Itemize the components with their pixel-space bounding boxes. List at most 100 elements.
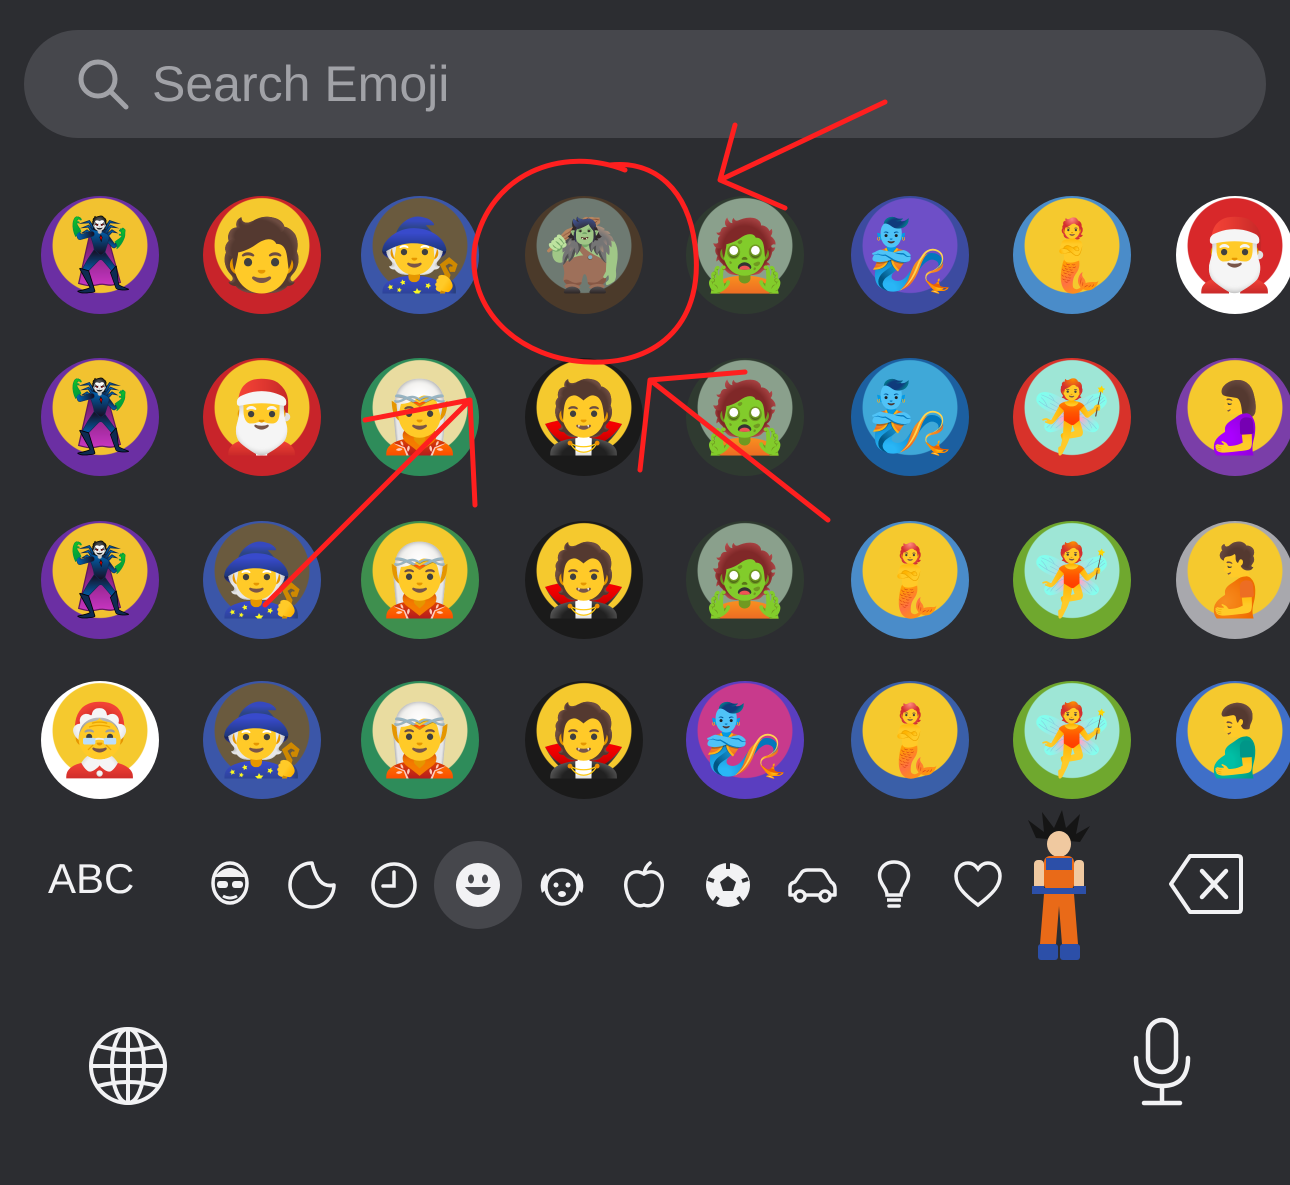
emoji-fairy[interactable]: 🧚 [997, 505, 1147, 655]
emoji-character: 🎅 [218, 376, 306, 458]
emoji-man-fairy[interactable]: 🧚 [997, 665, 1147, 815]
emoji-glyph: 🤶 [41, 681, 159, 799]
category-symbols[interactable] [934, 841, 1022, 929]
emoji-man-zombie[interactable]: 🧟 [670, 342, 820, 492]
microphone-icon[interactable] [1128, 1016, 1196, 1108]
emoji-woman-zombie[interactable]: 🧟 [670, 180, 820, 330]
globe-icon[interactable] [86, 1024, 170, 1108]
category-activity[interactable] [684, 841, 772, 929]
sticker-icon [288, 861, 336, 909]
emoji-character: 🤶 [56, 699, 144, 781]
emoji-glyph: 🧞 [851, 196, 969, 314]
emoji-man-supervillain[interactable]: 🦹 [25, 505, 175, 655]
emoji-glyph: 🧙 [203, 521, 321, 639]
emoji-mx-claus[interactable]: 🧑 [187, 180, 337, 330]
emoji-santa-claus[interactable]: 🎅 [187, 342, 337, 492]
emoji-character: 🧛 [540, 376, 628, 458]
emoji-glyph: 🧌 [525, 196, 643, 314]
emoji-man-vampire[interactable]: 🧛 [509, 665, 659, 815]
emoji-vampire[interactable]: 🧛 [509, 505, 659, 655]
emoji-troll[interactable]: 🧌 [509, 180, 659, 330]
emoji-man-elf[interactable]: 🧝 [345, 665, 495, 815]
category-smileys[interactable] [434, 841, 522, 929]
emoji-glyph: 🧝 [361, 681, 479, 799]
emoji-mrs-claus[interactable]: 🤶 [25, 665, 175, 815]
category-memoji[interactable] [186, 841, 274, 929]
emoji-character: 🧑 [218, 214, 306, 296]
emoji-glyph: 🧜 [851, 521, 969, 639]
emoji-mermaid[interactable]: 🧜 [835, 505, 985, 655]
emoji-character: 🦹 [56, 376, 144, 458]
emoji-man-genie[interactable]: 🧞 [670, 665, 820, 815]
emoji-glyph: 🧟 [686, 521, 804, 639]
heart-icon [954, 861, 1002, 908]
emoji-character: 🧜 [866, 699, 954, 781]
emoji-character: 🧝 [376, 376, 464, 458]
emoji-grid: 🦹 🧑 🧙 🧌 🧟 🧞 🧜 🎅 🦹 🎅 🧝 🧛 🧟 🧞 🧚 🤰 🦹 🧙 🧝 🧛 🧟 🧜 🧚 🫄 🤶 🧙 🧝 🧛 🧞 🧜 🧚 🫃 [20, 180, 1290, 820]
emoji-woman-elf[interactable]: 🧝 [345, 342, 495, 492]
category-stickers[interactable] [268, 841, 356, 929]
emoji-character: 🧜 [1028, 214, 1116, 296]
emoji-character: 🧞 [701, 699, 789, 781]
emoji-character: 🫄 [1191, 539, 1279, 621]
emoji-character: 🧚 [1028, 539, 1116, 621]
emoji-glyph: 🧜 [1013, 196, 1131, 314]
memoji-icon [211, 861, 249, 905]
emoji-pregnant-man[interactable]: 🫃 [1160, 665, 1290, 815]
emoji-man-mage[interactable]: 🧙 [345, 180, 495, 330]
emoji-glyph: 🧞 [851, 358, 969, 476]
emoji-glyph: 🫄 [1176, 521, 1290, 639]
emoji-character: 🧞 [866, 376, 954, 458]
category-travel[interactable] [768, 841, 856, 929]
emoji-glyph: 🧞 [686, 681, 804, 799]
emoji-zombie[interactable]: 🧟 [670, 505, 820, 655]
abc-button[interactable]: ABC [48, 855, 134, 903]
emoji-glyph: 🎅 [203, 358, 321, 476]
emoji-pregnant-woman[interactable]: 🤰 [1160, 342, 1290, 492]
search-bar[interactable]: Search Emoji [24, 30, 1266, 138]
emoji-character: 🧚 [1028, 376, 1116, 458]
emoji-glyph: 🧝 [361, 521, 479, 639]
emoji-character: 🧙 [218, 699, 306, 781]
emoji-character: 🧟 [701, 376, 789, 458]
soccer-ball-icon [706, 863, 750, 907]
emoji-glyph: 🦹 [41, 196, 159, 314]
category-animals[interactable] [518, 841, 606, 929]
emoji-merman[interactable]: 🧜 [997, 180, 1147, 330]
emoji-character: 🧛 [540, 539, 628, 621]
emoji-santa-sleeping[interactable]: 🎅 [1160, 180, 1290, 330]
car-icon [788, 868, 837, 903]
emoji-woman-supervillain[interactable]: 🦹 [25, 342, 175, 492]
emoji-mage[interactable]: 🧙 [187, 665, 337, 815]
emoji-character: 🧛 [540, 699, 628, 781]
emoji-character: 🧙 [218, 539, 306, 621]
emoji-supervillain[interactable]: 🦹 [25, 180, 175, 330]
emoji-woman-fairy[interactable]: 🧚 [997, 342, 1147, 492]
emoji-glyph: 🧙 [361, 196, 479, 314]
emoji-genie[interactable]: 🧞 [835, 342, 985, 492]
emoji-glyph: 🧜 [851, 681, 969, 799]
emoji-woman-vampire[interactable]: 🧛 [509, 342, 659, 492]
emoji-woman-genie[interactable]: 🧞 [835, 180, 985, 330]
emoji-glyph: 🧚 [1013, 681, 1131, 799]
emoji-character: 🧚 [1028, 699, 1116, 781]
emoji-pregnant-person[interactable]: 🫄 [1160, 505, 1290, 655]
backspace-icon[interactable] [1168, 852, 1244, 916]
emoji-glyph: 🦹 [41, 358, 159, 476]
category-food[interactable] [600, 841, 688, 929]
emoji-character: 🧙 [376, 214, 464, 296]
emoji-woman-mage[interactable]: 🧙 [187, 505, 337, 655]
emoji-character: 🤰 [1191, 376, 1279, 458]
emoji-glyph: 🧝 [361, 358, 479, 476]
category-bar: ABC [0, 835, 1290, 935]
emoji-glyph: 🤰 [1176, 358, 1290, 476]
emoji-glyph: 🎅 [1176, 196, 1290, 314]
search-placeholder: Search Emoji [152, 56, 450, 112]
emoji-elf[interactable]: 🧝 [345, 505, 495, 655]
emoji-character: 🧝 [376, 539, 464, 621]
category-recent[interactable] [350, 841, 438, 929]
emoji-character: 🧝 [376, 699, 464, 781]
category-objects[interactable] [850, 841, 938, 929]
emoji-woman-mermaid[interactable]: 🧜 [835, 665, 985, 815]
clock-icon [371, 862, 417, 908]
